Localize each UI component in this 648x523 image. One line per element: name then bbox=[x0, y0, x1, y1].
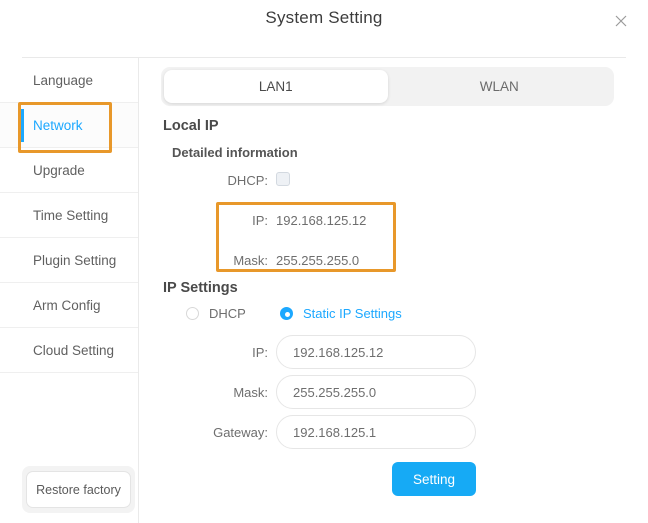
ip-settings-section-title: IP Settings bbox=[163, 280, 238, 296]
tab-wlan[interactable]: WLAN bbox=[388, 70, 612, 103]
radio-static-ip[interactable] bbox=[280, 307, 293, 320]
local-mask-value: 255.255.255.0 bbox=[276, 253, 359, 268]
sidebar: Language Network Upgrade Time Setting Pl… bbox=[0, 58, 139, 523]
dhcp-status-label: DHCP: bbox=[128, 173, 268, 188]
sidebar-item-cloud-setting[interactable]: Cloud Setting bbox=[0, 328, 138, 373]
dhcp-status-checkbox[interactable] bbox=[276, 172, 290, 186]
restore-factory-button[interactable]: Restore factory bbox=[26, 471, 131, 508]
gateway-input[interactable] bbox=[276, 415, 476, 449]
local-ip-value: 192.168.125.12 bbox=[276, 213, 366, 228]
sidebar-item-label: Plugin Setting bbox=[33, 253, 116, 268]
system-setting-dialog: System Setting Language Network Upgrade … bbox=[0, 0, 648, 523]
mask-field-label: Mask: bbox=[128, 385, 268, 400]
close-icon[interactable] bbox=[610, 10, 632, 32]
local-mask-label: Mask: bbox=[128, 253, 268, 268]
restore-factory-container: Restore factory bbox=[22, 466, 135, 513]
page-title: System Setting bbox=[0, 8, 648, 28]
radio-dhcp[interactable] bbox=[186, 307, 199, 320]
sidebar-item-plugin-setting[interactable]: Plugin Setting bbox=[0, 238, 138, 283]
gateway-field-label: Gateway: bbox=[128, 425, 268, 440]
local-ip-section-title: Local IP bbox=[163, 118, 219, 134]
sidebar-item-label: Upgrade bbox=[33, 163, 85, 178]
sidebar-item-time-setting[interactable]: Time Setting bbox=[0, 193, 138, 238]
sidebar-item-language[interactable]: Language bbox=[0, 58, 138, 103]
sidebar-item-label: Network bbox=[33, 118, 83, 133]
sidebar-item-label: Arm Config bbox=[33, 298, 101, 313]
sidebar-item-network[interactable]: Network bbox=[0, 103, 138, 148]
sidebar-item-arm-config[interactable]: Arm Config bbox=[0, 283, 138, 328]
detailed-information-subtitle: Detailed information bbox=[172, 145, 298, 160]
radio-dhcp-label[interactable]: DHCP bbox=[209, 306, 246, 321]
ip-input[interactable] bbox=[276, 335, 476, 369]
radio-static-ip-label[interactable]: Static IP Settings bbox=[303, 306, 402, 321]
sidebar-item-label: Time Setting bbox=[33, 208, 108, 223]
content-panel: LAN1 WLAN Local IP Detailed information … bbox=[139, 58, 648, 523]
ip-field-label: IP: bbox=[128, 345, 268, 360]
tab-lan1[interactable]: LAN1 bbox=[164, 70, 388, 103]
mask-input[interactable] bbox=[276, 375, 476, 409]
setting-submit-button[interactable]: Setting bbox=[392, 462, 476, 496]
local-ip-label: IP: bbox=[128, 213, 268, 228]
sidebar-item-upgrade[interactable]: Upgrade bbox=[0, 148, 138, 193]
sidebar-item-label: Cloud Setting bbox=[33, 343, 114, 358]
sidebar-item-label: Language bbox=[33, 73, 93, 88]
network-interface-tabs: LAN1 WLAN bbox=[161, 67, 614, 106]
